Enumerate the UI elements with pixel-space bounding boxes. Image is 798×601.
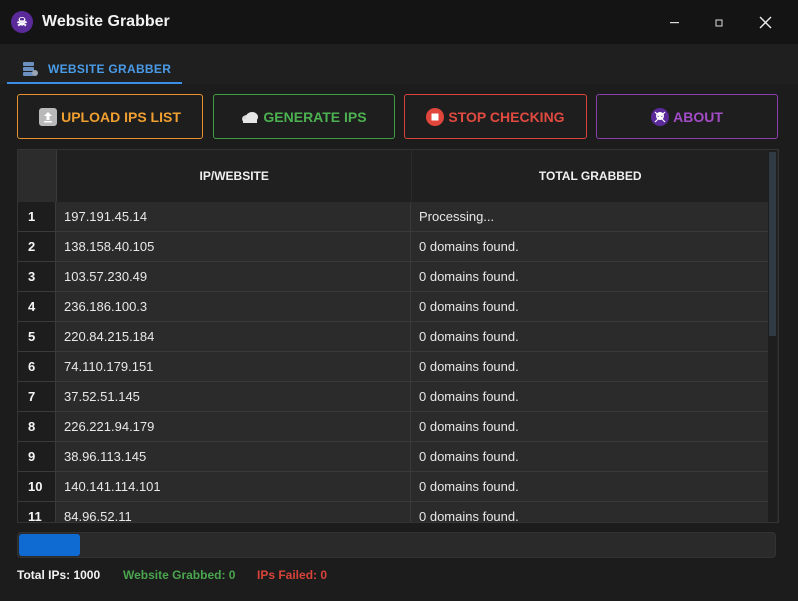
table-row[interactable]: 1 197.191.45.14 Processing...	[18, 202, 768, 232]
ip-cell[interactable]: 220.84.215.184	[56, 322, 411, 351]
total-cell[interactable]: 0 domains found.	[411, 502, 768, 522]
results-table[interactable]: IP/WEBSITE TOTAL GRABBED 1 197.191.45.14 P…	[17, 149, 779, 523]
close-icon	[759, 16, 771, 28]
website-grabbed-status: Website Grabbed: 0	[123, 568, 236, 582]
ip-cell[interactable]: 236.186.100.3	[56, 292, 411, 321]
total-cell[interactable]: 0 domains found.	[411, 322, 768, 351]
table-row[interactable]: 8 226.221.94.179 0 domains found.	[18, 412, 768, 442]
generate-ips-label: GENERATE IPS	[263, 108, 367, 125]
table-row[interactable]: 5 220.84.215.184 0 domains found.	[18, 322, 768, 352]
table-row[interactable]: 11 84.96.52.11 0 domains found.	[18, 502, 768, 522]
window-title: Website Grabber	[42, 13, 170, 30]
row-number: 7	[18, 382, 56, 411]
ip-cell[interactable]: 103.57.230.49	[56, 262, 411, 291]
total-cell[interactable]: 0 domains found.	[411, 262, 768, 291]
ip-cell[interactable]: 138.158.40.105	[56, 232, 411, 261]
title-bar[interactable]: ☠ Website Grabber	[0, 0, 798, 44]
server-icon	[23, 62, 38, 76]
total-cell[interactable]: 0 domains found.	[411, 472, 768, 501]
tab-bar: WEBSITE GRABBER	[0, 44, 798, 84]
column-header-total[interactable]: TOTAL GRABBED	[412, 150, 768, 202]
total-cell[interactable]: 0 domains found.	[411, 412, 768, 441]
vertical-scrollbar[interactable]	[768, 150, 777, 522]
table-header: IP/WEBSITE TOTAL GRABBED	[18, 150, 768, 202]
progress-fill	[19, 534, 80, 556]
table-row[interactable]: 7 37.52.51.145 0 domains found.	[18, 382, 768, 412]
table-row[interactable]: 10 140.141.114.101 0 domains found.	[18, 472, 768, 502]
skull-icon: ☠	[11, 11, 33, 33]
upload-icon	[39, 107, 58, 126]
row-number: 9	[18, 442, 56, 471]
cloud-icon	[241, 108, 259, 126]
ip-cell[interactable]: 226.221.94.179	[56, 412, 411, 441]
row-number: 3	[18, 262, 56, 291]
upload-ips-button[interactable]: UPLOAD IPS LIST	[17, 94, 203, 139]
close-button[interactable]	[742, 0, 788, 44]
table-row[interactable]: 9 38.96.113.145 0 domains found.	[18, 442, 768, 472]
stop-checking-label: STOP CHECKING	[448, 108, 565, 125]
total-cell[interactable]: 0 domains found.	[411, 292, 768, 321]
total-cell[interactable]: 0 domains found.	[411, 352, 768, 381]
row-number: 2	[18, 232, 56, 261]
maximize-button[interactable]	[697, 0, 743, 44]
table-row[interactable]: 3 103.57.230.49 0 domains found.	[18, 262, 768, 292]
generate-ips-button[interactable]: GENERATE IPS	[213, 94, 395, 139]
row-number: 1	[18, 202, 56, 231]
ip-cell[interactable]: 84.96.52.11	[56, 502, 411, 522]
row-number: 11	[18, 502, 56, 522]
total-cell[interactable]: 0 domains found.	[411, 232, 768, 261]
app-window: ☠ Website Grabber WEBSITE GRABBER UPLOAD…	[0, 0, 798, 601]
total-cell[interactable]: 0 domains found.	[411, 382, 768, 411]
about-label: ABOUT	[673, 108, 723, 125]
upload-ips-label: UPLOAD IPS LIST	[61, 108, 181, 125]
ip-cell[interactable]: 38.96.113.145	[56, 442, 411, 471]
tab-website-grabber[interactable]: WEBSITE GRABBER	[7, 56, 182, 84]
stop-icon	[426, 107, 445, 126]
total-cell[interactable]: 0 domains found.	[411, 442, 768, 471]
total-ips-status: Total IPs: 1000	[17, 568, 101, 582]
row-number: 5	[18, 322, 56, 351]
stop-checking-button[interactable]: STOP CHECKING	[404, 94, 587, 139]
maximize-icon	[715, 19, 723, 27]
row-number: 10	[18, 472, 56, 501]
ips-failed-status: IPs Failed: 0	[257, 568, 328, 582]
row-number: 4	[18, 292, 56, 321]
scrollbar-thumb[interactable]	[769, 152, 776, 336]
skull-icon	[651, 107, 670, 126]
progress-bar	[17, 532, 776, 558]
tab-label: WEBSITE GRABBER	[48, 62, 172, 76]
ip-cell[interactable]: 140.141.114.101	[56, 472, 411, 501]
row-number: 6	[18, 352, 56, 381]
table-row[interactable]: 6 74.110.179.151 0 domains found.	[18, 352, 768, 382]
row-number: 8	[18, 412, 56, 441]
ip-cell[interactable]: 74.110.179.151	[56, 352, 411, 381]
table-row[interactable]: 4 236.186.100.3 0 domains found.	[18, 292, 768, 322]
minimize-icon	[670, 22, 679, 24]
table-body: 1 197.191.45.14 Processing... 2 138.158.40.…	[18, 202, 768, 522]
about-button[interactable]: ABOUT	[596, 94, 778, 139]
minimize-button[interactable]	[652, 0, 698, 44]
header-corner[interactable]	[18, 150, 57, 202]
table-row[interactable]: 2 138.158.40.105 0 domains found.	[18, 232, 768, 262]
ip-cell[interactable]: 197.191.45.14	[56, 202, 411, 231]
total-cell[interactable]: Processing...	[411, 202, 768, 231]
ip-cell[interactable]: 37.52.51.145	[56, 382, 411, 411]
column-header-ip[interactable]: IP/WEBSITE	[57, 150, 413, 202]
